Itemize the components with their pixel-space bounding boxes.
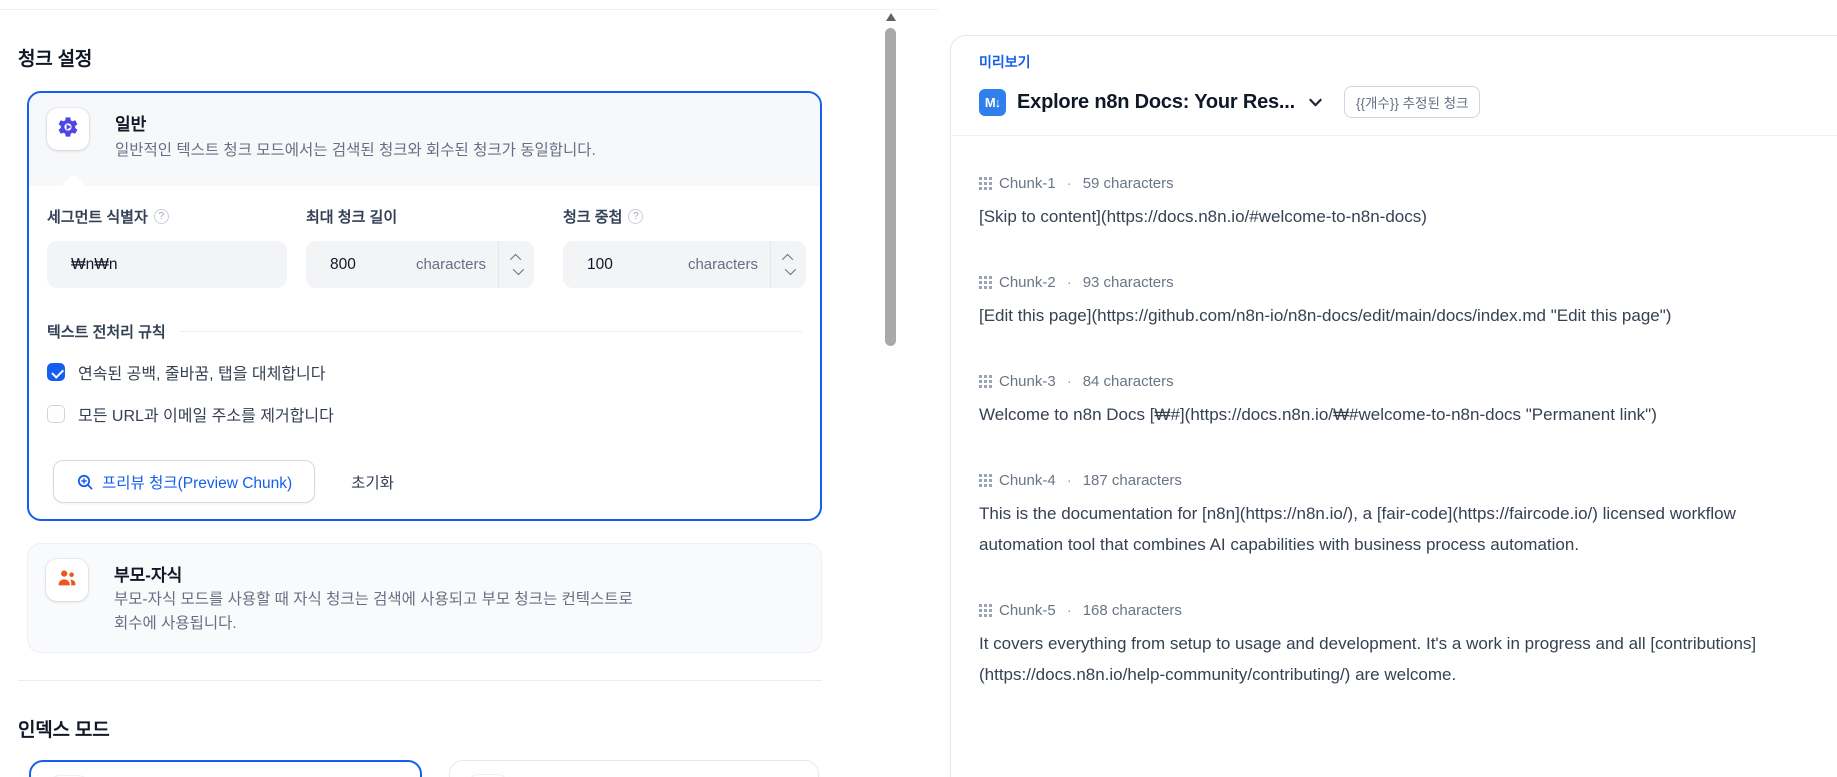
chunk-char-count: 84 characters bbox=[1082, 373, 1174, 390]
preview-chunk-button[interactable]: 프리뷰 청크(Preview Chunk) bbox=[53, 460, 316, 503]
rules-divider bbox=[179, 331, 802, 332]
stepper-down-icon[interactable] bbox=[784, 263, 796, 276]
chunk-grid-icon bbox=[979, 474, 992, 487]
gear-icon bbox=[56, 115, 80, 144]
chunk-char-count: 187 characters bbox=[1082, 472, 1182, 489]
chunk-char-count: 93 characters bbox=[1082, 274, 1174, 291]
chunk-header: Chunk-4 · 187 characters bbox=[979, 472, 1811, 489]
chunk-content: This is the documentation for [n8n](http… bbox=[979, 504, 1736, 554]
checkbox-remove-urls[interactable] bbox=[47, 405, 65, 423]
stepper-up-icon[interactable] bbox=[781, 253, 793, 266]
chunk-content: [Skip to content](https://docs.n8n.io/#w… bbox=[979, 207, 1427, 226]
index-mode-high-quality[interactable]: 고품질 추천 bbox=[29, 760, 422, 777]
general-mode-description: 일반적인 텍스트 청크 모드에서는 검색된 청크와 회수된 청크가 동일합니다. bbox=[115, 142, 596, 159]
chunk-item: Chunk-3 · 84 characters Welcome to n8n D… bbox=[979, 373, 1811, 430]
parent-child-title: 부모-자식 bbox=[114, 566, 183, 585]
preview-document-title[interactable]: Explore n8n Docs: Your Res... bbox=[1017, 91, 1295, 114]
checkbox-replace-whitespace[interactable] bbox=[47, 363, 65, 381]
index-mode-options: 고품질 추천 경제적 bbox=[29, 760, 824, 777]
markdown-file-icon: M↓ bbox=[979, 88, 1006, 116]
index-mode-economical[interactable]: 경제적 bbox=[449, 760, 819, 777]
delimiter-help-icon[interactable]: ? bbox=[153, 209, 169, 224]
estimated-chunks-badge: {{개수}} 추정된 청크 bbox=[1343, 86, 1481, 118]
general-card-actions: 프리뷰 청크(Preview Chunk) 초기화 bbox=[53, 460, 394, 503]
top-divider bbox=[0, 9, 938, 10]
magnifier-icon bbox=[76, 473, 94, 491]
general-mode-title: 일반 bbox=[115, 115, 147, 134]
chunk-grid-icon bbox=[979, 177, 992, 190]
chevron-down-icon[interactable] bbox=[1307, 94, 1324, 111]
chunk-grid-icon bbox=[979, 276, 992, 289]
scrollbar-up-arrow[interactable] bbox=[886, 13, 896, 21]
chunk-item: Chunk-4 · 187 characters This is the doc… bbox=[979, 472, 1811, 560]
chunk-item: Chunk-1 · 59 characters [Skip to content… bbox=[979, 175, 1811, 232]
overlap-stepper[interactable] bbox=[770, 241, 806, 288]
chunk-item: Chunk-2 · 93 characters [Edit this page]… bbox=[979, 274, 1811, 331]
preview-label: 미리보기 bbox=[979, 54, 1031, 70]
parent-child-mode-card[interactable]: 부모-자식 부모-자식 모드를 사용할 때 자식 청크는 검색에 사용되고 부모… bbox=[27, 543, 822, 653]
overlap-label: 청크 중첩 ? bbox=[563, 206, 644, 227]
max-length-label: 최대 청크 길이 bbox=[306, 209, 398, 226]
chunk-header: Chunk-1 · 59 characters bbox=[979, 175, 1811, 192]
stepper-down-icon[interactable] bbox=[512, 263, 524, 276]
chunk-char-count: 59 characters bbox=[1082, 175, 1174, 192]
max-length-unit: characters bbox=[415, 256, 486, 273]
parent-child-people-icon bbox=[55, 566, 79, 595]
reset-button[interactable]: 초기화 bbox=[351, 471, 394, 493]
chunk-content: Welcome to n8n Docs [₩#](https://docs.n8… bbox=[979, 405, 1657, 424]
section-divider bbox=[18, 680, 822, 681]
chunk-name: Chunk-1 bbox=[999, 175, 1056, 192]
dot-separator: · bbox=[1066, 175, 1072, 192]
chunk-name: Chunk-2 bbox=[999, 274, 1056, 291]
preview-document-row: M↓ Explore n8n Docs: Your Res... {{개수}} … bbox=[979, 86, 1811, 118]
max-length-input[interactable]: 800 characters bbox=[306, 241, 534, 288]
dot-separator: · bbox=[1066, 274, 1072, 291]
delimiter-label: 세그먼트 식별자 ? bbox=[47, 206, 169, 227]
chunk-header: Chunk-3 · 84 characters bbox=[979, 373, 1811, 390]
general-mode-card[interactable]: 일반 일반적인 텍스트 청크 모드에서는 검색된 청크와 회수된 청크가 동일합… bbox=[27, 91, 822, 521]
chunk-char-count: 168 characters bbox=[1082, 602, 1182, 619]
dot-separator: · bbox=[1066, 373, 1072, 390]
chunk-settings-panel: 청크 설정 일반 일반적인 텍스트 청크 모드에서는 검색된 청크와 회수된 청… bbox=[18, 44, 824, 777]
preprocessing-rules-header: 텍스트 전처리 규칙 bbox=[47, 321, 802, 342]
dot-separator: · bbox=[1066, 472, 1072, 489]
max-length-stepper[interactable] bbox=[498, 241, 534, 288]
rule-replace-whitespace[interactable]: 연속된 공백, 줄바꿈, 탭을 대체합니다 bbox=[47, 360, 325, 384]
chunk-grid-icon bbox=[979, 375, 992, 388]
chunk-item: Chunk-5 · 168 characters It covers every… bbox=[979, 602, 1811, 690]
preprocessing-rules-title: 텍스트 전처리 규칙 bbox=[47, 324, 166, 341]
chunk-name: Chunk-3 bbox=[999, 373, 1056, 390]
overlap-unit: characters bbox=[687, 256, 758, 273]
chunk-name: Chunk-4 bbox=[999, 472, 1056, 489]
index-mode-title: 인덱스 모드 bbox=[18, 720, 110, 741]
delimiter-input[interactable]: ₩n₩n bbox=[47, 241, 287, 288]
stepper-up-icon[interactable] bbox=[509, 253, 521, 266]
parent-child-icon-tile bbox=[46, 559, 88, 601]
overlap-help-icon[interactable]: ? bbox=[628, 209, 644, 224]
chunk-settings-screen: 청크 설정 일반 일반적인 텍스트 청크 모드에서는 검색된 청크와 회수된 청… bbox=[0, 0, 1837, 777]
dot-separator: · bbox=[1066, 602, 1072, 619]
general-icon-tile bbox=[47, 108, 89, 150]
parent-child-description: 부모-자식 모드를 사용할 때 자식 청크는 검색에 사용되고 부모 청크는 컨… bbox=[114, 591, 633, 632]
chunk-name: Chunk-5 bbox=[999, 602, 1056, 619]
scrollbar-thumb[interactable] bbox=[885, 28, 896, 346]
chunk-header: Chunk-2 · 93 characters bbox=[979, 274, 1811, 291]
chunk-settings-title: 청크 설정 bbox=[18, 49, 93, 70]
chunk-content: [Edit this page](https://github.com/n8n-… bbox=[979, 306, 1672, 325]
chunk-content: It covers everything from setup to usage… bbox=[979, 634, 1757, 684]
chunk-header: Chunk-5 · 168 characters bbox=[979, 602, 1811, 619]
chunk-list: Chunk-1 · 59 characters [Skip to content… bbox=[979, 136, 1811, 690]
overlap-input[interactable]: 100 characters bbox=[563, 241, 806, 288]
rule-remove-urls[interactable]: 모든 URL과 이메일 주소를 제거합니다 bbox=[47, 402, 334, 426]
chunk-grid-icon bbox=[979, 604, 992, 617]
preview-panel: 미리보기 M↓ Explore n8n Docs: Your Res... {{… bbox=[950, 35, 1837, 777]
